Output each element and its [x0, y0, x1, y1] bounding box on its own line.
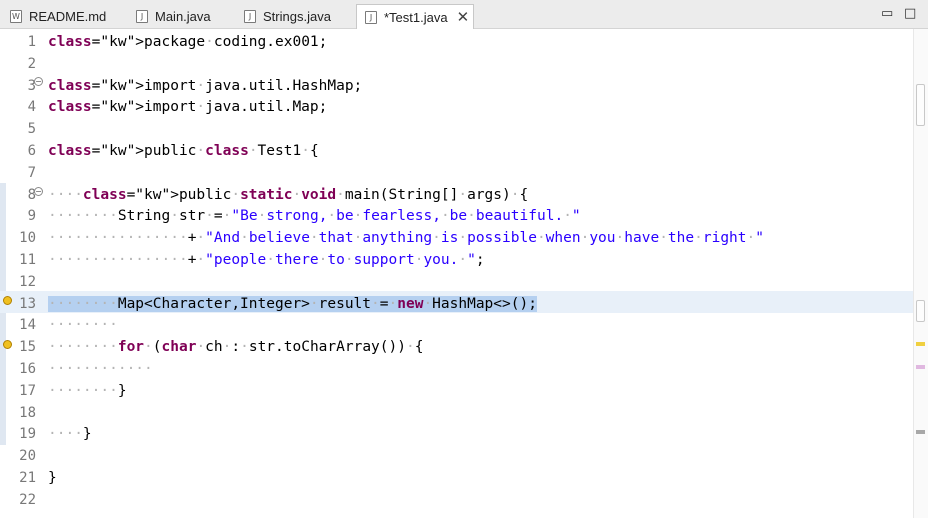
line-number: 6	[27, 143, 36, 159]
code-text[interactable]: ········	[48, 314, 118, 336]
line-number: 7	[27, 164, 36, 181]
code-text[interactable]: ················+·"people·there·to·suppo…	[48, 249, 485, 271]
overview-annotation-mark[interactable]	[916, 365, 925, 369]
line-number: 2	[27, 55, 36, 72]
code-text[interactable]: ········for·(char·ch·:·str.toCharArray()…	[48, 336, 423, 358]
code-text[interactable]: class="kw">import·java.util.HashMap;	[48, 75, 362, 97]
code-text[interactable]: ····class="kw">public·static·void·main(S…	[48, 184, 528, 206]
code-text[interactable]: ············	[48, 358, 153, 380]
line-number: 21	[19, 470, 36, 486]
code-text[interactable]: class="kw">import·java.util.Map;	[48, 96, 327, 118]
line-number: 5	[27, 121, 36, 138]
code-text[interactable]: ················+·"And·believe·that·anyt…	[48, 227, 764, 249]
scrollbar-thumb[interactable]	[916, 84, 925, 126]
java-file-icon: J	[136, 10, 148, 23]
line-number: 10	[19, 230, 36, 247]
code-text[interactable]: }	[48, 467, 57, 489]
java-file-icon: J	[244, 10, 256, 23]
code-text[interactable]: class="kw">package·coding.ex001;	[48, 31, 327, 53]
tab-main-java[interactable]: J Main.java	[136, 4, 226, 29]
java-file-icon: J	[365, 10, 377, 24]
tab-label: Main.java	[155, 9, 211, 24]
overview-ruler-warning-thumb[interactable]	[916, 300, 925, 322]
line-number: 11	[19, 252, 36, 268]
code-text[interactable]: ········Map<Character,Integer>·result·=·…	[48, 293, 537, 315]
line-number: 12	[19, 273, 36, 290]
line-number: 15	[19, 339, 36, 356]
tab-readme[interactable]: W README.md	[10, 4, 120, 29]
tab-label: *Test1.java	[384, 9, 448, 25]
markdown-file-icon: W	[10, 10, 22, 23]
warning-icon[interactable]	[3, 296, 12, 305]
line-number: 17	[19, 382, 36, 399]
fold-toggle-icon[interactable]: −	[34, 77, 43, 86]
code-text[interactable]: ····}	[48, 423, 92, 445]
overview-annotation-mark[interactable]	[916, 430, 925, 434]
line-number: 16	[19, 361, 36, 377]
close-tab-icon[interactable]: ✕	[457, 8, 470, 26]
tab-label: Strings.java	[263, 9, 331, 24]
tab-test1-java[interactable]: J *Test1.java ✕	[356, 4, 474, 29]
overview-warning-mark[interactable]	[916, 342, 925, 346]
line-number: 8	[27, 186, 36, 203]
maximize-icon[interactable]: □	[904, 6, 916, 21]
line-number: 9	[27, 208, 36, 225]
code-text[interactable]: ········}	[48, 380, 127, 402]
code-text[interactable]: ········String·str·=·"Be·strong,·be·fear…	[48, 205, 581, 227]
line-number: 1	[27, 34, 36, 50]
line-number: 13	[19, 295, 36, 312]
warning-icon[interactable]	[3, 340, 12, 349]
fold-range-marker	[0, 183, 6, 445]
tab-strings-java[interactable]: J Strings.java	[244, 4, 344, 29]
line-number: 22	[19, 491, 36, 508]
fold-toggle-icon[interactable]: −	[34, 187, 43, 196]
tab-label: README.md	[29, 9, 107, 24]
code-text[interactable]: class="kw">public·class·Test1·{	[48, 140, 319, 162]
line-number: 3	[27, 77, 36, 94]
line-number: 19	[19, 426, 36, 443]
line-number: 20	[19, 448, 36, 465]
line-number: 18	[19, 404, 36, 421]
editor-tab-bar: W README.md J Main.java J Strings.java J…	[0, 0, 928, 29]
minimize-icon[interactable]: ▭	[881, 6, 893, 21]
line-number: 14	[19, 317, 36, 334]
line-number: 4	[27, 99, 36, 116]
